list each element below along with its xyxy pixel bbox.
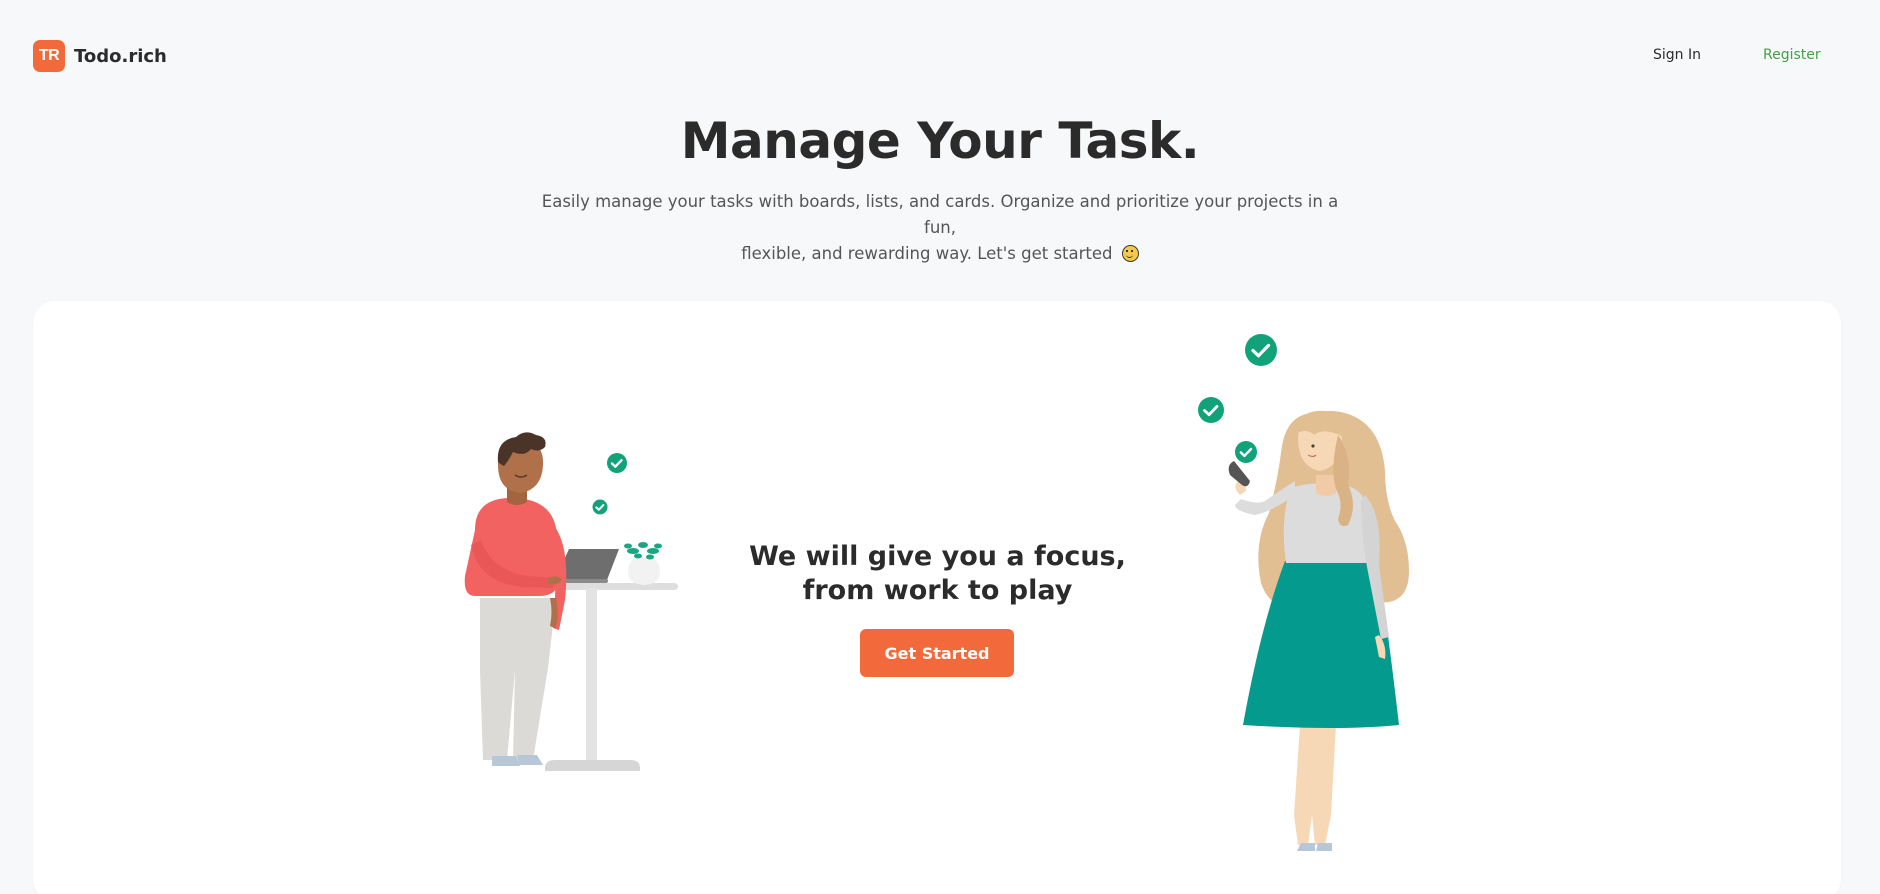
logo-badge-icon: TR xyxy=(33,40,65,72)
get-started-button[interactable]: Get Started xyxy=(860,629,1014,677)
tagline-line-2: from work to play xyxy=(802,575,1073,606)
landing-page: TR Todo.rich Sign In Register Manage You… xyxy=(0,0,1880,894)
sign-in-link[interactable]: Sign In xyxy=(1653,47,1701,63)
tagline-line-1: We will give you a focus, xyxy=(749,541,1126,572)
hero-subtitle: Easily manage your tasks with boards, li… xyxy=(540,189,1340,267)
page-title: Manage Your Task. xyxy=(680,112,1200,170)
hero-card-tagline: We will give you a focus, from work to p… xyxy=(700,540,1175,608)
brand-name: Todo.rich xyxy=(74,45,167,67)
register-link[interactable]: Register xyxy=(1763,47,1821,63)
check-circle-icon xyxy=(1198,397,1224,423)
check-circle-icon xyxy=(592,499,608,515)
top-navbar: TR Todo.rich Sign In Register xyxy=(0,0,1880,112)
man-at-desk-illustration xyxy=(464,432,678,771)
smile-emoji-icon xyxy=(1121,245,1139,262)
brand-logo-link[interactable]: TR Todo.rich xyxy=(33,40,167,72)
check-circle-icon xyxy=(607,453,627,473)
hero-subtitle-line-1: Easily manage your tasks with boards, li… xyxy=(541,192,1339,237)
check-circle-icon xyxy=(1245,334,1277,366)
woman-with-phone-illustration xyxy=(1198,334,1409,851)
hero-subtitle-line-2: flexible, and rewarding way. Let's get s… xyxy=(741,244,1113,263)
check-circle-icon xyxy=(1235,441,1257,463)
